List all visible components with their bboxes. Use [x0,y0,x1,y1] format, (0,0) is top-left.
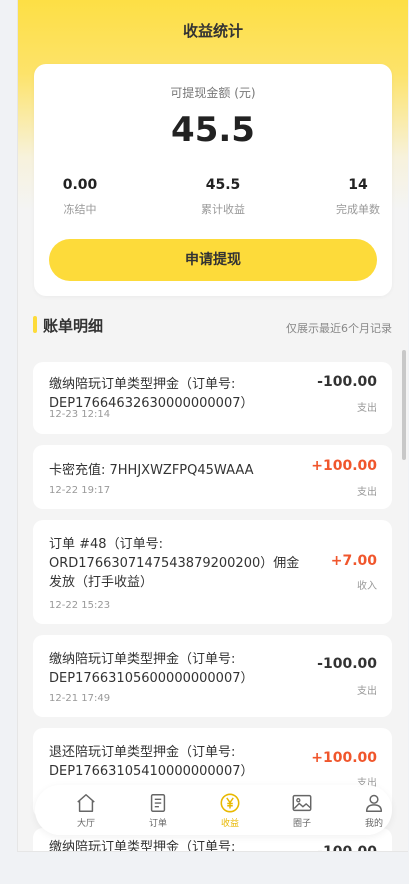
stat-total-earnings: 45.5 累计收益 [173,177,273,217]
tab-orders[interactable]: 订单 [133,792,183,829]
ledger-item-desc: 缴纳陪玩订单类型押金（订单号: DEP17664632630000000007） [49,377,254,411]
ledger-item-kind: 支出 [357,403,377,414]
ledger-item[interactable]: 卡密充值: 7HHJXWZFPQ45WAAA 12-22 19:17 +100.… [33,445,392,509]
ledger-item-amount: -100.00 [317,656,377,672]
ledger-item-amount: -100.00 [317,844,377,852]
ledger-item-amount: -100.00 [317,374,377,390]
ledger-note: 仅展示最近6个月记录 [286,322,392,335]
tab-label: 收益 [220,819,239,829]
ledger-item-desc: 卡密充值: 7HHJXWZFPQ45WAAA [49,463,254,478]
ledger-item[interactable]: 订单 #48（订单号: ORD1766307147543879200200）佣金… [33,520,392,624]
ledger-item-desc: 退还陪玩订单类型押金（订单号: DEP17663105410000000007） [49,745,254,779]
ledger-item[interactable]: 缴纳陪玩订单类型押金（订单号: DEP17664632630000000007）… [33,362,392,434]
ledger-item-kind: 支出 [357,487,377,498]
stat-frozen-label: 冻结中 [63,203,97,216]
stat-completed-orders-value: 14 [348,177,368,193]
stat-total-earnings-value: 45.5 [205,177,241,193]
stat-completed-orders-label: 完成单数 [336,203,380,216]
ledger-item-amount: +100.00 [311,458,377,474]
ledger-item-time: 12-22 15:23 [49,600,111,611]
ledger-item-amount: +100.00 [311,750,377,766]
document-icon [150,794,166,812]
ledger-item-kind: 收入 [357,581,377,592]
tab-mine[interactable]: 我的 [349,792,399,829]
ledger-item-desc: 缴纳陪玩订单类型押金（订单号: DEP17663105600000000007） [49,652,254,686]
tab-hall[interactable]: 大厅 [61,792,111,829]
ledger-title: 账单明细 [43,317,104,335]
stat-frozen: 0.00 冻结中 [30,177,130,217]
tab-label: 大厅 [76,819,95,829]
home-icon [77,794,95,812]
stat-total-earnings-label: 累计收益 [201,203,245,216]
ledger-item-desc: 订单 #48（订单号: ORD1766307147543879200200）佣金… [49,537,300,590]
balance-card: 可提现金额 (元) 45.5 0.00 冻结中 45.5 累计收益 14 完成单… [34,64,392,296]
user-icon [365,794,383,812]
stat-completed-orders: 14 完成单数 [308,177,408,217]
ledger-item-kind: 支出 [357,686,377,697]
scrollbar[interactable] [402,350,406,460]
page-title: 收益统计 [182,22,243,40]
bottom-tab-bar: 大厅 订单 收益 圈子 我的 [35,785,392,835]
yen-icon [220,793,240,813]
ledger-item-time: 12-23 12:14 [49,409,111,420]
section-accent-bar [33,316,37,333]
app-screen: 收益统计 可提现金额 (元) 45.5 0.00 冻结中 45.5 累计收益 1… [17,0,408,852]
ledger-item-time: 12-21 17:49 [49,693,111,704]
withdraw-button[interactable]: 申请提现 [49,239,377,281]
stat-frozen-value: 0.00 [62,177,98,193]
ledger-item[interactable]: 缴纳陪玩订单类型押金（订单号: DEP17663105600000000007）… [33,635,392,717]
tab-earnings[interactable]: 收益 [205,792,255,829]
balance-label: 可提现金额 (元) [170,86,256,100]
ledger-item-desc: 缴纳陪玩订单类型押金（订单号: [49,840,236,852]
tab-label: 订单 [148,819,167,829]
image-icon [292,794,312,812]
tab-label: 我的 [364,819,383,829]
balance-value: 45.5 [171,110,255,150]
ledger-item-time: 12-22 19:17 [49,485,111,496]
tab-label: 圈子 [292,819,311,829]
tab-circle[interactable]: 圈子 [277,792,327,829]
ledger-item-amount: +7.00 [330,553,377,569]
